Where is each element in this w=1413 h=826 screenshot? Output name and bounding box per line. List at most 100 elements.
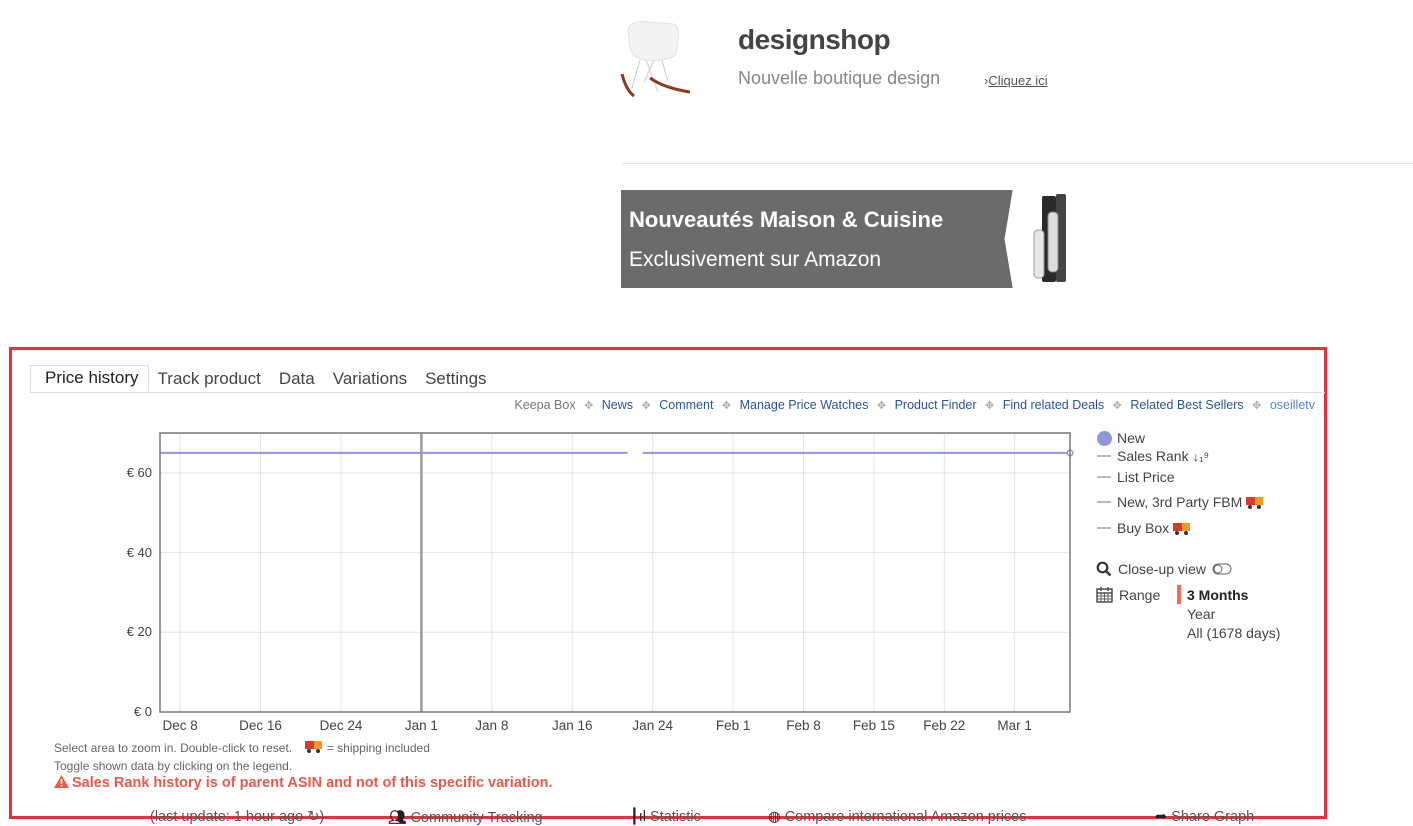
legend-label: New <box>1117 430 1146 446</box>
bar-chart-icon: ┃ıl <box>630 809 646 825</box>
statistic-label: Statistic <box>650 809 701 825</box>
ad-designshop-title: designshop <box>738 24 891 55</box>
legend-item-new-3rd-party-fbm[interactable]: New, 3rd Party FBM <box>1097 494 1264 510</box>
chair-image[interactable] <box>618 18 698 98</box>
statistic-link[interactable]: ┃ıl Statistic <box>630 809 701 825</box>
y-tick-label: € 0 <box>133 704 152 719</box>
x-tick-label: Jan 8 <box>475 718 509 733</box>
shipping-truck-icon <box>1173 522 1191 535</box>
legend-label: List Price <box>1117 469 1175 485</box>
ad-designshop-link[interactable]: ›Cliquez ici <box>984 73 1048 88</box>
legend-dash-icon <box>1097 455 1111 457</box>
ad-banner-subline: Exclusivement sur Amazon <box>629 248 882 271</box>
tab-variations[interactable]: Variations <box>324 367 416 392</box>
tab-data[interactable]: Data <box>270 367 324 392</box>
legend-dash-icon <box>1097 527 1111 529</box>
search-icon <box>1096 561 1112 577</box>
product-finder-link[interactable]: Product Finder <box>895 398 977 412</box>
soda-maker-image <box>1033 194 1066 282</box>
range-selected-indicator <box>1177 585 1181 604</box>
x-tick-label: Feb 1 <box>715 718 751 733</box>
legend-item-list-price[interactable]: List Price <box>1097 469 1175 485</box>
separator-icon: ✥ <box>584 400 594 412</box>
closeup-view-label: Close-up view <box>1118 561 1206 577</box>
community-icon: 👥︎ <box>388 810 407 826</box>
share-graph-label: Share Graph <box>1171 809 1255 825</box>
x-tick-label: Jan 1 <box>404 718 438 733</box>
warning-text: Sales Rank history is of parent ASIN and… <box>72 775 553 791</box>
ad-banner-headline: Nouveautés Maison & Cuisine <box>629 207 944 232</box>
last-update-link[interactable]: (last update: 1 hour ago ↻) <box>150 809 324 825</box>
divider <box>622 163 1413 164</box>
legend-label: Buy Box <box>1117 520 1170 536</box>
range-control: Range <box>1096 586 1160 603</box>
closeup-view-toggle[interactable]: Close-up view <box>1096 561 1232 577</box>
tab-price-history[interactable]: Price history <box>30 365 149 392</box>
y-tick-label: € 20 <box>126 624 152 640</box>
x-tick-label: Jan 16 <box>551 718 593 733</box>
zoom-hint: Select area to zoom in. Double-click to … <box>54 741 430 755</box>
zoom-hint-text: Select area to zoom in. Double-click to … <box>54 741 293 755</box>
keepa-box-label: Keepa Box <box>514 398 576 412</box>
toggle-switch-icon[interactable] <box>1212 563 1232 575</box>
news-link[interactable]: News <box>602 398 633 412</box>
tab-track-product[interactable]: Track product <box>149 367 270 392</box>
share-graph-link[interactable]: ➦ Share Graph <box>1155 809 1254 825</box>
x-tick-label: Mar 1 <box>997 718 1032 733</box>
x-tick-label: Dec 8 <box>162 718 198 733</box>
sort-order-icon: ↓₁⁹ <box>1192 448 1210 464</box>
x-tick-label: Dec 24 <box>319 718 363 733</box>
legend-dash-icon <box>1097 476 1111 478</box>
separator-icon: ✥ <box>1252 400 1262 412</box>
compare-prices-label: Compare international Amazon prices <box>784 809 1027 825</box>
legend-label: New, 3rd Party FBM <box>1117 494 1243 510</box>
globe-icon: ◍ <box>768 809 781 825</box>
range-option-year[interactable]: Year <box>1187 606 1215 622</box>
user-account-link[interactable]: oseilletv <box>1270 398 1315 412</box>
x-tick-label: Feb 22 <box>923 718 966 733</box>
legend-dash-icon <box>1097 501 1111 503</box>
legend-dot-icon <box>1097 430 1112 446</box>
sales-rank-warning: Sales Rank history is of parent ASIN and… <box>54 775 552 791</box>
cut-off-top-link <box>626 0 1116 2</box>
ad-designshop-subtitle: Nouvelle boutique design <box>738 68 941 88</box>
comment-link[interactable]: Comment <box>659 398 713 412</box>
keepa-tab-bar: Price history Track product Data Variati… <box>30 365 496 392</box>
shipping-truck-icon <box>305 741 323 753</box>
range-label: Range <box>1119 586 1161 603</box>
find-related-deals-link[interactable]: Find related Deals <box>1003 398 1104 412</box>
manage-price-watches-link[interactable]: Manage Price Watches <box>740 398 869 412</box>
tab-settings[interactable]: Settings <box>416 367 495 392</box>
keepa-links-bar: Keepa Box ✥ News ✥ Comment ✥ Manage Pric… <box>514 398 1315 412</box>
community-tracking-label: Community Tracking <box>410 810 543 826</box>
compare-prices-link[interactable]: ◍ Compare international Amazon prices <box>768 809 1026 825</box>
separator-icon: ✥ <box>721 400 732 412</box>
legend-item-new[interactable]: New <box>1097 430 1145 446</box>
calendar-icon <box>1096 587 1113 603</box>
y-tick-label: € 60 <box>126 464 152 480</box>
legend-label: Sales Rank <box>1117 448 1189 464</box>
x-tick-label: Jan 24 <box>632 718 673 733</box>
warning-icon <box>54 775 69 788</box>
legend-item-buy-box[interactable]: Buy Box <box>1097 520 1191 536</box>
shipping-hint-text: = shipping included <box>326 741 430 755</box>
separator-icon: ✥ <box>876 400 887 412</box>
share-arrow-icon: ➦ <box>1155 809 1168 825</box>
cliquez-ici-link[interactable]: Cliquez ici <box>988 73 1047 88</box>
range-option-3-months[interactable]: 3 Months <box>1187 587 1248 603</box>
separator-icon: ✥ <box>1112 400 1122 412</box>
ad-banner[interactable] <box>621 190 1013 288</box>
separator-icon: ✥ <box>641 400 651 412</box>
x-tick-label: Feb 8 <box>786 718 821 733</box>
tab-divider <box>30 392 1325 393</box>
community-tracking-link[interactable]: 👥︎ Community Tracking <box>388 809 543 826</box>
legend-item-sales-rank[interactable]: Sales Rank ↓₁⁹ <box>1097 448 1209 464</box>
shipping-truck-icon <box>1246 496 1264 509</box>
x-tick-label: Dec 16 <box>239 718 282 733</box>
range-option-all[interactable]: All (1678 days) <box>1187 625 1280 641</box>
separator-icon: ✥ <box>985 400 995 412</box>
related-best-sellers-link[interactable]: Related Best Sellers <box>1130 398 1243 412</box>
x-tick-label: Feb 15 <box>852 718 895 733</box>
y-tick-label: € 40 <box>126 544 152 560</box>
toggle-hint: Toggle shown data by clicking on the leg… <box>54 759 293 773</box>
